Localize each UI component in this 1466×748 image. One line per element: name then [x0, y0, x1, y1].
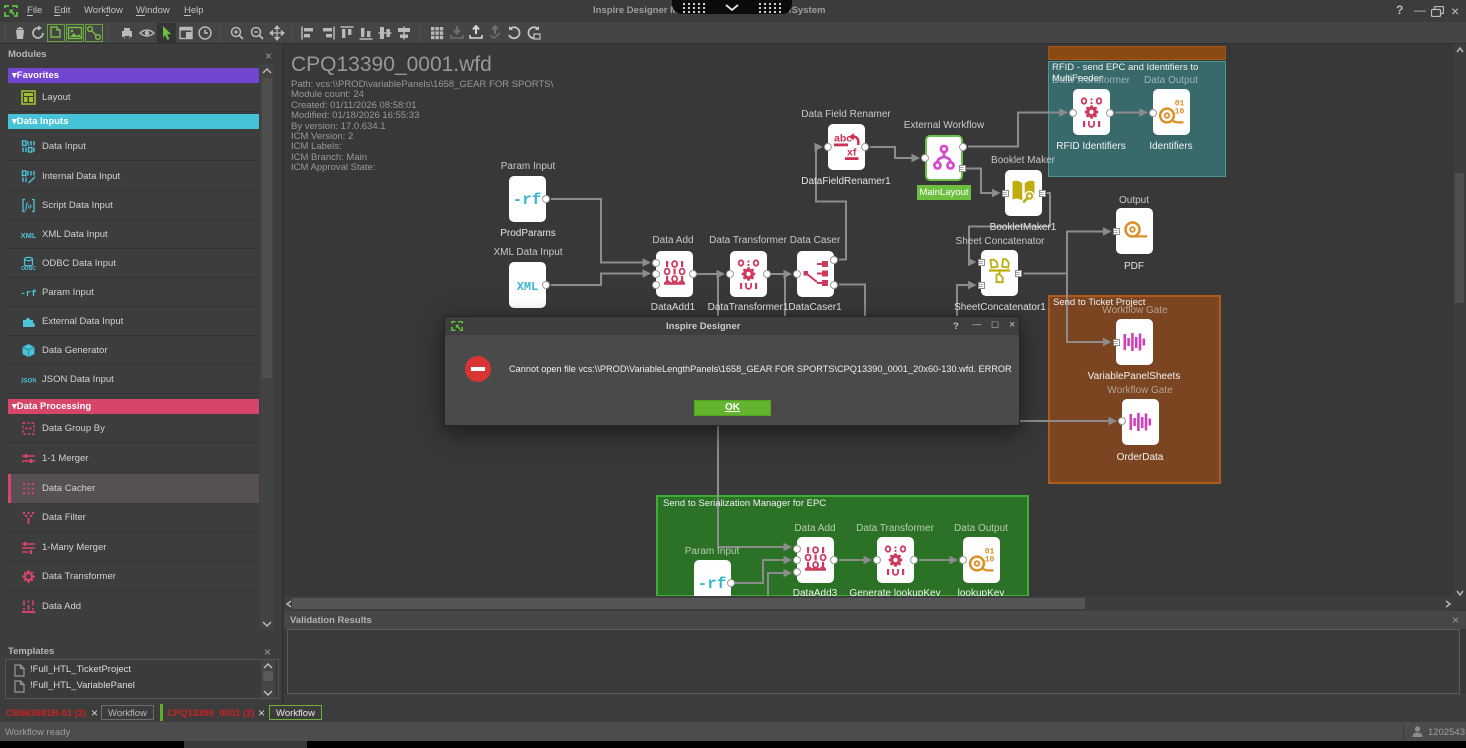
svg-text:ODBC: ODBC: [21, 266, 36, 271]
svg-text:10: 10: [985, 556, 995, 565]
svg-text:-rf: -rf: [698, 575, 727, 593]
svg-text:abc: abc: [834, 133, 852, 145]
svg-text:-rf: -rf: [21, 289, 36, 299]
svg-text:xf: xf: [847, 147, 857, 159]
svg-text:10: 10: [1175, 108, 1185, 117]
svg-text:-rf: -rf: [513, 191, 542, 209]
svg-text:XML: XML: [21, 231, 36, 240]
svg-text:fo: fo: [25, 201, 32, 210]
svg-text:XML: XML: [517, 280, 539, 294]
svg-text:JSON: JSON: [21, 378, 36, 384]
